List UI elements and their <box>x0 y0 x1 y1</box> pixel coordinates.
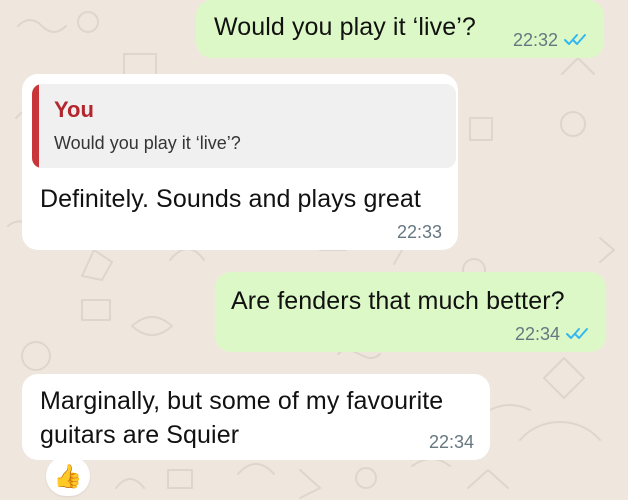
message-time-1: 22:32 <box>512 30 558 50</box>
thumbs-up-icon: 👍 <box>53 462 83 489</box>
quoted-message-accent <box>32 84 39 168</box>
message-time-3: 22:34 <box>514 324 560 344</box>
message-text-2: Definitely. Sounds and plays great <box>40 185 421 213</box>
message-meta-3: 22:34 <box>515 324 590 344</box>
message-time-2: 22:33 <box>396 222 442 242</box>
message-bubble-3[interactable]: Are fenders that much better? 22:34 <box>215 272 606 352</box>
message-meta-1: 22:32 <box>513 30 588 50</box>
read-receipt-icon <box>564 33 588 47</box>
message-time-4: 22:34 <box>428 432 474 452</box>
quoted-sender: You <box>54 97 94 122</box>
quoted-text: Would you play it ‘live’? <box>54 133 241 153</box>
quoted-message[interactable]: You Would you play it ‘live’? <box>32 84 456 168</box>
read-receipt-icon <box>566 327 590 341</box>
message-line-2: guitars are Squier <box>40 421 240 449</box>
message-bubble-2[interactable]: You Would you play it ‘live’? Definitely… <box>22 74 458 250</box>
message-line-1: Marginally, but some of my favourite <box>40 387 444 415</box>
message-bubble-4[interactable]: Marginally, but some of my favourite gui… <box>22 374 490 460</box>
message-bubble-1[interactable]: Would you play it ‘live’? 22:32 <box>196 0 604 58</box>
message-meta-2: 22:33 <box>397 222 442 242</box>
message-text-1: Would you play it ‘live’? <box>214 13 476 41</box>
reaction-badge[interactable]: 👍 <box>46 456 90 496</box>
message-meta-4: 22:34 <box>429 432 474 452</box>
message-text-3: Are fenders that much better? <box>231 287 565 315</box>
message-text-4: Marginally, but some of my favourite gui… <box>40 384 443 452</box>
